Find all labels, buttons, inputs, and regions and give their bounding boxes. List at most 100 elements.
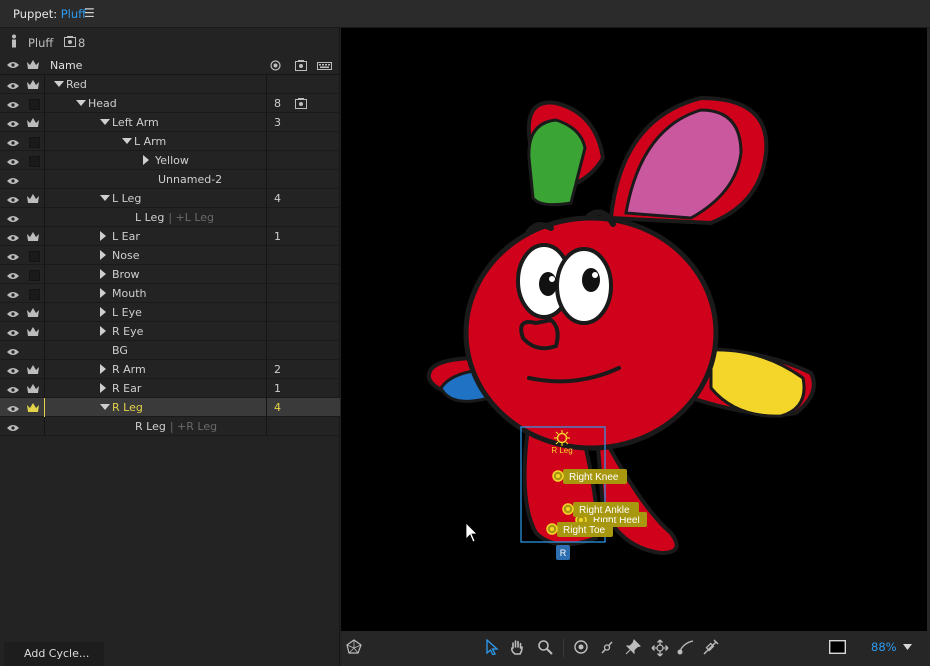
disclosure-collapsed-icon[interactable] xyxy=(100,269,106,279)
disclosure-collapsed-icon[interactable] xyxy=(100,383,106,393)
drag-handle-tool-icon[interactable] xyxy=(651,639,669,657)
keyboard-column-icon[interactable] xyxy=(317,62,332,70)
visibility-eye-icon[interactable] xyxy=(7,80,19,93)
visibility-eye-icon[interactable] xyxy=(7,403,19,416)
visibility-eye-icon[interactable] xyxy=(7,175,19,188)
disclosure-expanded-icon[interactable] xyxy=(76,100,86,106)
disclosure-expanded-icon[interactable] xyxy=(100,195,110,201)
target-column-icon[interactable] xyxy=(270,60,281,71)
independent-crown-icon[interactable] xyxy=(27,307,39,321)
visibility-eye-icon[interactable] xyxy=(7,384,19,397)
hand-tool-icon[interactable] xyxy=(509,639,525,655)
visibility-eye-icon[interactable] xyxy=(7,232,19,245)
independent-crown-icon[interactable] xyxy=(27,326,39,340)
disclosure-collapsed-icon[interactable] xyxy=(100,364,106,374)
layer-row[interactable]: Brow xyxy=(0,265,340,284)
independent-toggle[interactable] xyxy=(29,137,40,148)
column-divider xyxy=(44,132,45,151)
visibility-eye-icon[interactable] xyxy=(7,99,19,112)
draw-tool-icon[interactable] xyxy=(703,639,719,655)
column-divider xyxy=(266,360,267,379)
select-tool-icon[interactable] xyxy=(485,639,499,655)
add-cycle-button[interactable]: Add Cycle... xyxy=(4,642,104,666)
independent-crown-icon[interactable] xyxy=(27,231,39,245)
independent-crown-icon[interactable] xyxy=(27,79,39,93)
layer-row[interactable]: L Leg | +L Leg xyxy=(0,208,340,227)
visibility-eye-icon[interactable] xyxy=(7,156,19,169)
visibility-eye-icon[interactable] xyxy=(7,270,19,283)
visibility-eye-icon[interactable] xyxy=(7,118,19,131)
disclosure-expanded-icon[interactable] xyxy=(100,404,110,410)
layer-name-text: L Arm xyxy=(134,135,167,148)
handle-right-knee[interactable]: Right Knee xyxy=(552,469,627,484)
layer-row[interactable]: R Ear 1 xyxy=(0,379,340,398)
name-column-header[interactable]: Name xyxy=(50,59,82,72)
layer-row[interactable]: L Leg 4 xyxy=(0,189,340,208)
layer-row[interactable]: BG xyxy=(0,341,340,360)
independent-crown-icon[interactable] xyxy=(27,383,39,397)
layer-row[interactable]: Mouth xyxy=(0,284,340,303)
camera-column-icon[interactable] xyxy=(295,60,307,71)
independent-toggle[interactable] xyxy=(29,289,40,300)
visibility-eye-icon[interactable] xyxy=(7,213,19,226)
pin-tool-icon[interactable] xyxy=(625,639,641,655)
independent-toggle[interactable] xyxy=(29,156,40,167)
independent-toggle[interactable] xyxy=(29,270,40,281)
independent-toggle[interactable] xyxy=(29,99,40,110)
independent-crown-icon[interactable] xyxy=(27,364,39,378)
handle-count: 3 xyxy=(274,116,281,129)
visibility-eye-icon[interactable] xyxy=(7,422,19,435)
layer-list-header: Name xyxy=(0,56,340,75)
layer-row[interactable]: Left Arm 3 xyxy=(0,113,340,132)
layer-row[interactable]: Red xyxy=(0,75,340,94)
scene-canvas[interactable]: R Leg Right Heel Right Knee Right Ankle … xyxy=(341,28,927,631)
disclosure-collapsed-icon[interactable] xyxy=(100,231,106,241)
layer-row[interactable]: Unnamed-2 xyxy=(0,170,340,189)
zoom-tool-icon[interactable] xyxy=(537,639,553,655)
zoom-level[interactable]: 88% xyxy=(871,640,897,654)
independent-crown-icon[interactable] xyxy=(27,402,39,416)
disclosure-collapsed-icon[interactable] xyxy=(100,288,106,298)
independent-crown-icon[interactable] xyxy=(27,193,39,207)
visibility-eye-icon[interactable] xyxy=(7,137,19,150)
disclosure-collapsed-icon[interactable] xyxy=(100,250,106,260)
disclosure-expanded-icon[interactable] xyxy=(122,138,132,144)
layer-row[interactable]: L Eye xyxy=(0,303,340,322)
handle-right-ankle[interactable]: Right Ankle xyxy=(562,502,639,517)
disclosure-expanded-icon[interactable] xyxy=(100,119,110,125)
panel-title: Puppet: Pluff xyxy=(13,7,86,21)
layer-row[interactable]: R Eye xyxy=(0,322,340,341)
origin-tool-icon[interactable] xyxy=(573,639,589,655)
stick-tool-icon[interactable] xyxy=(677,639,695,655)
disclosure-collapsed-icon[interactable] xyxy=(143,155,149,165)
bone-tool-icon[interactable] xyxy=(599,639,615,655)
layer-row[interactable]: L Arm xyxy=(0,132,340,151)
layer-row[interactable]: R Leg 4 xyxy=(0,398,340,417)
visibility-eye-icon[interactable] xyxy=(7,308,19,321)
independent-crown-icon[interactable] xyxy=(27,117,39,131)
visibility-eye-icon[interactable] xyxy=(7,327,19,340)
visibility-eye-icon[interactable] xyxy=(7,365,19,378)
layer-row[interactable]: R Arm 2 xyxy=(0,360,340,379)
disclosure-collapsed-icon[interactable] xyxy=(100,326,106,336)
layer-row[interactable]: Nose xyxy=(0,246,340,265)
layer-row[interactable]: Head 8 xyxy=(0,94,340,113)
disclosure-expanded-icon[interactable] xyxy=(54,81,64,87)
group-badge[interactable]: R xyxy=(556,545,570,560)
column-divider xyxy=(266,284,267,303)
layer-row[interactable]: R Leg | +R Leg xyxy=(0,417,340,436)
camera-icon[interactable] xyxy=(295,98,307,112)
visibility-eye-icon[interactable] xyxy=(7,289,19,302)
layer-row[interactable]: Yellow xyxy=(0,151,340,170)
puppet-info: Pluff 8 xyxy=(0,28,340,56)
disclosure-collapsed-icon[interactable] xyxy=(100,307,106,317)
layer-row[interactable]: L Ear 1 xyxy=(0,227,340,246)
independent-toggle[interactable] xyxy=(29,251,40,262)
visibility-eye-icon[interactable] xyxy=(7,194,19,207)
zoom-dropdown-icon[interactable] xyxy=(903,644,912,650)
panel-menu-icon[interactable]: ☰ xyxy=(84,6,95,20)
visibility-eye-icon[interactable] xyxy=(7,251,19,264)
puppet-mesh-icon[interactable] xyxy=(346,639,362,655)
stage-background-icon[interactable] xyxy=(829,640,846,654)
visibility-eye-icon[interactable] xyxy=(7,346,19,359)
